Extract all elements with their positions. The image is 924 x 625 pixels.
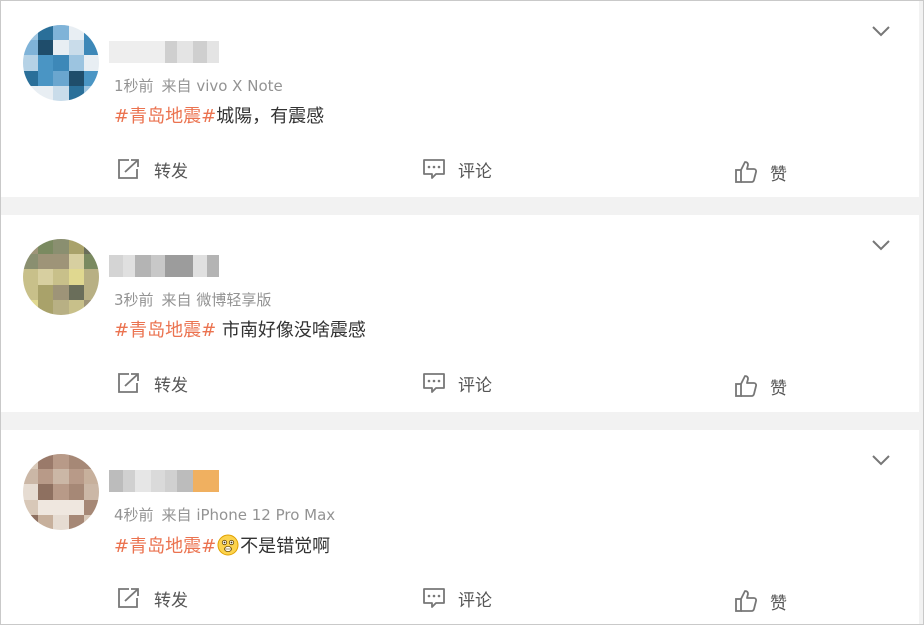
action-bar: 转发 评论 赞 xyxy=(1,367,919,399)
post-meta: 4秒前 来自 iPhone 12 Pro Max xyxy=(114,504,335,525)
repost-label: 转发 xyxy=(154,590,188,611)
post-source: 来自 微博轻享版 xyxy=(161,291,272,309)
repost-icon xyxy=(116,371,142,395)
thumbs-up-icon xyxy=(734,160,758,184)
post-card: 4秒前 来自 iPhone 12 Pro Max #青岛地震# 不是错觉啊 转发 评… xyxy=(1,430,919,624)
like-button[interactable]: 赞 xyxy=(734,370,787,402)
comment-button[interactable]: 评论 xyxy=(422,153,492,185)
weibo-comment-feed: 1秒前来自 vivo X Note #青岛地震#城陽，有震感 转发 评论 赞 xyxy=(0,0,924,625)
like-label: 赞 xyxy=(770,593,787,614)
post-text: 市南好像没啥震感 xyxy=(216,320,366,341)
thumbs-up-icon xyxy=(734,374,758,398)
post-card: 1秒前 来自 vivo X Note #青岛地震#城陽，有震感 转发 评论 赞 xyxy=(1,1,919,197)
action-bar: 转发 评论 赞 xyxy=(1,582,919,614)
comment-icon xyxy=(422,372,446,394)
comment-button[interactable]: 评论 xyxy=(422,582,492,614)
post-meta: 1秒前 来自 vivo X Note xyxy=(114,75,283,96)
shocked-face-emoji xyxy=(217,534,239,556)
repost-button[interactable]: 转发 xyxy=(116,153,188,185)
avatar[interactable] xyxy=(23,25,99,101)
hashtag-link[interactable]: #青岛地震# xyxy=(114,106,216,127)
comment-button[interactable]: 评论 xyxy=(422,367,492,399)
repost-label: 转发 xyxy=(154,375,188,396)
chevron-down-icon[interactable] xyxy=(871,23,891,39)
hashtag-link[interactable]: #青岛地震# xyxy=(114,320,216,341)
comment-icon xyxy=(422,587,446,609)
post-text: 不是错觉啊 xyxy=(240,536,331,557)
username-pixelated[interactable] xyxy=(109,41,219,63)
post-source: 来自 vivo X Note xyxy=(161,77,283,95)
post-content: #青岛地震# 不是错觉啊 xyxy=(114,534,330,559)
chevron-down-icon[interactable] xyxy=(871,452,891,468)
repost-button[interactable]: 转发 xyxy=(116,582,188,614)
username-pixelated[interactable] xyxy=(109,255,219,277)
post-time: 4秒前 xyxy=(114,506,154,524)
action-bar: 转发 评论 赞 xyxy=(1,153,919,185)
thumbs-up-icon xyxy=(734,589,758,613)
post-meta: 3秒前 来自 微博轻享版 xyxy=(114,289,271,310)
comment-icon xyxy=(422,158,446,180)
avatar[interactable] xyxy=(23,454,99,530)
like-label: 赞 xyxy=(770,378,787,399)
comment-label: 评论 xyxy=(458,590,492,611)
chevron-down-icon[interactable] xyxy=(871,237,891,253)
post-time: 1秒前 xyxy=(114,77,154,95)
repost-icon xyxy=(116,157,142,181)
post-source: 来自 iPhone 12 Pro Max xyxy=(161,506,336,524)
repost-label: 转发 xyxy=(154,161,188,182)
username-pixelated[interactable] xyxy=(109,470,219,492)
post-card: 3秒前 来自 微博轻享版 #青岛地震# 市南好像没啥震感 转发 评论 赞 xyxy=(1,215,919,412)
post-content: #青岛地震#城陽，有震感 xyxy=(114,105,324,129)
avatar[interactable] xyxy=(23,239,99,315)
like-button[interactable]: 赞 xyxy=(734,156,787,188)
post-content: #青岛地震# 市南好像没啥震感 xyxy=(114,319,366,343)
post-time: 3秒前 xyxy=(114,291,154,309)
repost-icon xyxy=(116,586,142,610)
hashtag-link[interactable]: #青岛地震# xyxy=(114,536,216,557)
comment-label: 评论 xyxy=(458,375,492,396)
post-text: 城陽，有震感 xyxy=(216,106,325,127)
like-label: 赞 xyxy=(770,164,787,185)
repost-button[interactable]: 转发 xyxy=(116,367,188,399)
like-button[interactable]: 赞 xyxy=(734,585,787,617)
comment-label: 评论 xyxy=(458,161,492,182)
